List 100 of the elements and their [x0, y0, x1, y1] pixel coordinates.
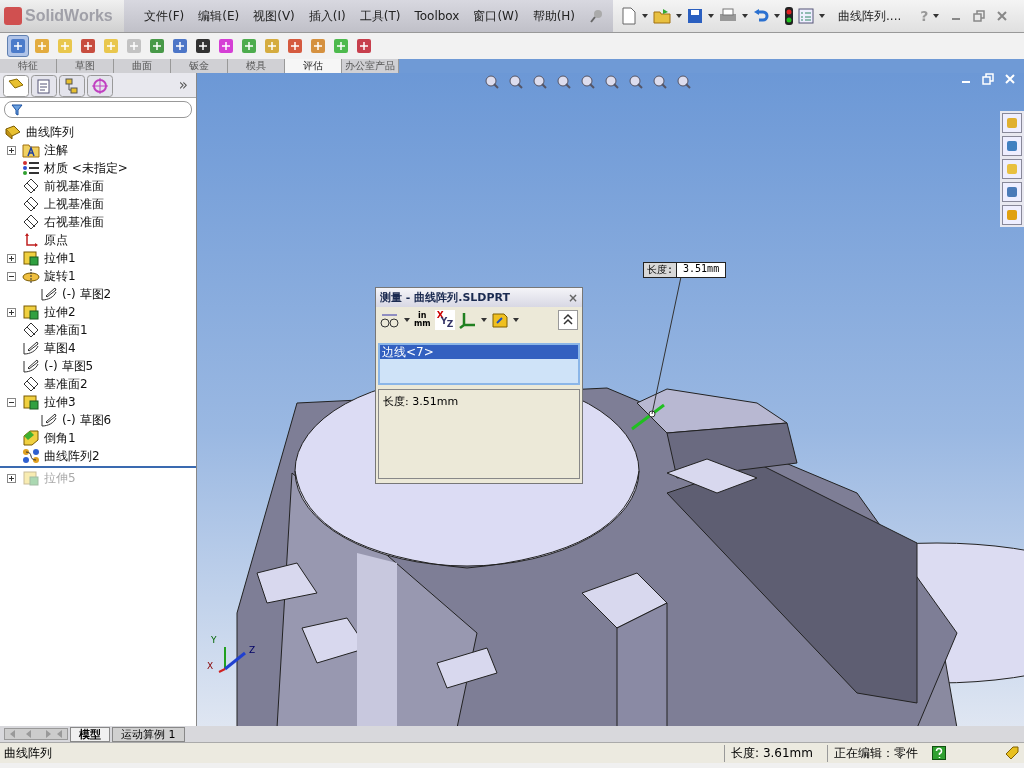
caret-icon[interactable] [708, 14, 715, 18]
callout-value: 3.51mm [676, 263, 726, 277]
tree-item[interactable]: 草图4 [44, 339, 76, 357]
close-button[interactable]: × [567, 290, 578, 305]
caret-icon[interactable] [512, 318, 519, 322]
feature-tree-tab[interactable] [3, 75, 29, 97]
tree-item[interactable]: 拉伸3 [44, 393, 76, 411]
caret-icon[interactable] [480, 318, 487, 322]
annotation-folder-icon [22, 142, 40, 158]
expand-toggle-icon[interactable] [6, 271, 16, 281]
expand-toggle-icon[interactable] [6, 397, 16, 407]
tree-item[interactable]: 前视基准面 [44, 177, 104, 195]
display-tab[interactable] [87, 75, 113, 97]
menu-item[interactable]: Toolbox [414, 9, 460, 23]
undo-arrow-icon[interactable] [753, 8, 770, 24]
command-tab[interactable]: 办公室产品 [342, 59, 399, 73]
menu-item[interactable]: 文件(F) [144, 7, 185, 25]
dialog-title: 测量 - 曲线阵列.SLDPRT [380, 290, 510, 305]
restore-icon[interactable] [982, 73, 994, 85]
plane-icon [22, 322, 40, 338]
menu-item[interactable]: 工具(T) [359, 7, 401, 25]
tree-item[interactable]: 基准面2 [44, 375, 88, 393]
material-list-icon [22, 160, 40, 176]
caret-icon[interactable] [642, 14, 649, 18]
sketch-icon [40, 412, 58, 428]
tree-item[interactable]: (-) 草图6 [62, 411, 112, 429]
expand-toggle-icon[interactable] [6, 253, 16, 263]
app-logo: SolidWorks [0, 0, 124, 32]
part-icon [4, 124, 22, 140]
collapse-chevron-icon[interactable] [558, 310, 578, 330]
measured-edge-line [630, 403, 666, 431]
property-tab[interactable] [31, 75, 57, 97]
menu-item[interactable]: 编辑(E) [198, 7, 240, 25]
sketch-icon [22, 358, 40, 374]
menu-item[interactable]: 窗口(W) [473, 7, 519, 25]
command-tab[interactable]: 草图 [57, 59, 114, 73]
zoom-fit-icon[interactable] [483, 73, 501, 89]
status-message: 曲线阵列 [4, 744, 53, 762]
tree-item[interactable]: 基准面1 [44, 321, 88, 339]
axis-label: Y [211, 635, 217, 645]
xyz-button[interactable]: X YZ [434, 310, 455, 330]
close-icon[interactable] [996, 10, 1009, 22]
revolve-icon [22, 268, 40, 284]
caret-icon[interactable] [933, 14, 940, 18]
command-tab[interactable]: 钣金 [171, 59, 228, 73]
extrude-icon [22, 250, 40, 266]
tree-item[interactable]: 原点 [44, 231, 68, 249]
printer-icon[interactable] [719, 8, 738, 24]
curve-pattern-icon [22, 448, 40, 464]
restore-icon[interactable] [973, 10, 986, 22]
expand-panel-button[interactable]: » [178, 76, 188, 94]
extrude-icon [22, 394, 40, 410]
tree-item[interactable]: 拉伸1 [44, 249, 76, 267]
plane-icon [22, 376, 40, 392]
units-button[interactable]: in mm [414, 312, 431, 328]
menu-item[interactable]: 视图(V) [253, 7, 295, 25]
caret-icon[interactable] [774, 14, 781, 18]
callout-label: 长度: [646, 263, 675, 277]
expand-toggle-icon[interactable] [6, 307, 16, 317]
tree-item[interactable]: 上视基准面 [44, 195, 104, 213]
status-mode: 正在编辑：零件 [827, 744, 924, 762]
configuration-tab[interactable] [59, 75, 85, 97]
plane-icon [22, 196, 40, 212]
caret-icon[interactable] [404, 318, 410, 322]
tree-item[interactable]: (-) 草图2 [62, 285, 112, 303]
arc-circle-options-icon[interactable] [380, 312, 400, 328]
filter-funnel-icon [11, 103, 23, 116]
tree-item[interactable]: 拉伸2 [44, 303, 76, 321]
command-tab[interactable]: 模具 [228, 59, 285, 73]
tree-item[interactable]: 倒角1 [44, 429, 76, 447]
axis-label: Z [249, 645, 256, 655]
coordinate-axes-icon[interactable] [458, 311, 477, 329]
plane-icon [22, 178, 40, 194]
document-title: 曲线阵列.... [838, 7, 902, 25]
tree-item[interactable]: 注解 [44, 141, 68, 159]
command-tab[interactable]: 评估 [285, 59, 342, 73]
menu-item[interactable]: 帮助(H) [532, 7, 576, 25]
selection-item[interactable]: 边线<7> [380, 345, 578, 359]
tree-item[interactable]: 旋转1 [44, 267, 76, 285]
menu-item[interactable]: 插入(I) [308, 7, 346, 25]
tree-item[interactable]: 曲线阵列 [26, 123, 74, 141]
tag-icon[interactable] [1004, 745, 1020, 761]
tree-item[interactable]: (-) 草图5 [44, 357, 94, 375]
selection-list[interactable]: 边线<7> [378, 343, 580, 385]
model-tab[interactable]: 运动算例 1 [112, 726, 185, 742]
model-tab[interactable]: 模型 [70, 726, 110, 742]
status-length: 长度: 3.61mm [724, 744, 819, 762]
caret-icon[interactable] [676, 14, 683, 18]
tree-item[interactable]: 曲线阵列2 [44, 447, 100, 465]
command-tab[interactable]: 特征 [0, 59, 57, 73]
caret-icon[interactable] [819, 14, 826, 18]
help-icon[interactable] [932, 746, 946, 760]
sketch-icon [22, 340, 40, 356]
command-tab[interactable]: 曲面 [114, 59, 171, 73]
tree-item[interactable]: 右视基准面 [44, 213, 104, 231]
projection-icon[interactable] [490, 311, 509, 329]
filter-field[interactable] [4, 101, 192, 118]
caret-icon[interactable] [742, 14, 749, 18]
expand-toggle-icon[interactable] [6, 145, 16, 155]
tree-item[interactable]: 材质 <未指定> [44, 159, 128, 177]
